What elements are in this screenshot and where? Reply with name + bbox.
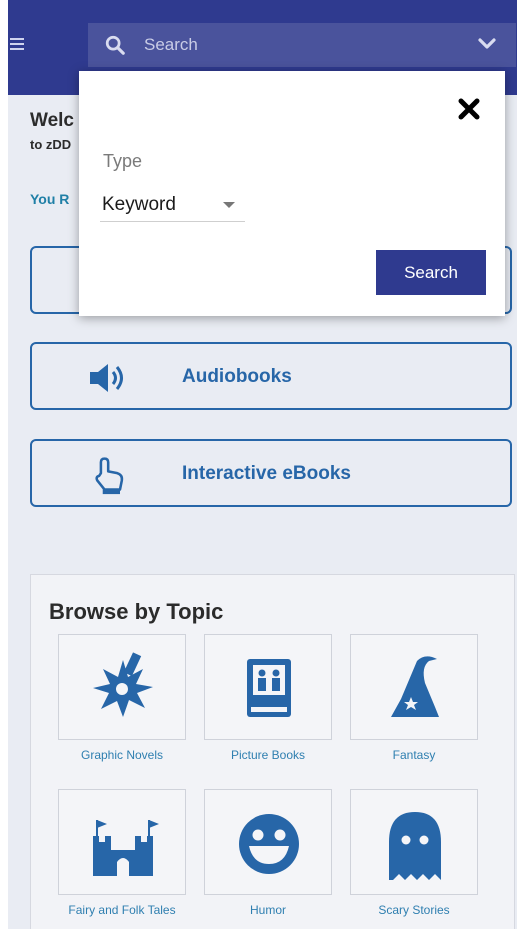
topic-label-fantasy[interactable]: Fantasy [334, 748, 494, 762]
topic-label-humor[interactable]: Humor [188, 903, 348, 917]
wizard-hat-icon [391, 656, 439, 717]
browse-by-topic-panel: Browse by Topic Graphic Novels Picture B… [30, 574, 515, 929]
you-recently-link[interactable]: You R [30, 191, 69, 207]
search-button[interactable]: Search [376, 250, 486, 295]
topic-scary-stories[interactable] [350, 789, 478, 895]
castle-icon [93, 820, 159, 876]
topic-humor[interactable] [204, 789, 332, 895]
type-label: Type [103, 151, 143, 171]
smiley-icon [239, 814, 299, 874]
close-icon[interactable] [457, 97, 481, 121]
topic-label-picture-books[interactable]: Picture Books [188, 748, 348, 762]
speaker-icon [90, 364, 123, 392]
burst-icon [93, 652, 153, 717]
audiobooks-label: Audiobooks [182, 366, 292, 387]
interactive-ebooks-button[interactable]: Interactive eBooks [30, 439, 512, 507]
left-border [0, 0, 8, 929]
app-frame: Search Welc to zDD You R Audiobooks Inte… [0, 0, 525, 929]
search-bar[interactable]: Search [88, 23, 516, 67]
picture-book-icon [247, 659, 291, 717]
topic-label-graphic-novels[interactable]: Graphic Novels [42, 748, 202, 762]
interactive-ebooks-label: Interactive eBooks [182, 463, 351, 484]
browse-title: Browse by Topic [49, 599, 224, 624]
topic-graphic-novels[interactable] [58, 634, 186, 740]
audiobooks-button[interactable]: Audiobooks [30, 342, 512, 410]
right-border [517, 0, 525, 929]
search-icon [105, 35, 125, 55]
welcome-subtitle: to zDD [30, 137, 72, 152]
type-select-value: Keyword [102, 194, 176, 215]
touch-hand-icon [95, 457, 124, 495]
chevron-down-icon[interactable] [478, 37, 496, 51]
topic-label-fairy-folk-tales[interactable]: Fairy and Folk Tales [42, 903, 202, 917]
search-modal: Type Keyword Search [79, 71, 505, 316]
topic-fantasy[interactable] [350, 634, 478, 740]
caret-down-icon [223, 202, 235, 208]
hamburger-icon[interactable] [10, 36, 28, 54]
welcome-title: Welc [30, 110, 75, 131]
ghost-icon [389, 812, 441, 880]
topic-fairy-folk-tales[interactable] [58, 789, 186, 895]
type-select[interactable]: Keyword [100, 188, 245, 222]
search-placeholder: Search [144, 35, 198, 54]
topic-picture-books[interactable] [204, 634, 332, 740]
topic-label-scary-stories[interactable]: Scary Stories [334, 903, 494, 917]
